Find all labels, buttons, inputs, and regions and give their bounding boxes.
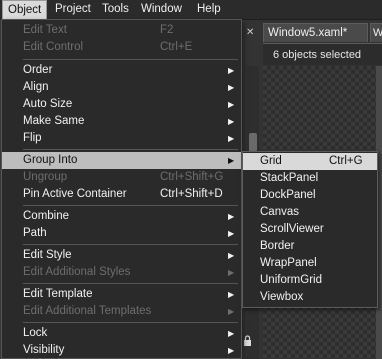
menu-object[interactable]: Object (2, 0, 48, 19)
menu-item-edit-additional-templates[interactable]: Edit Additional Templates ▶ (2, 303, 241, 320)
group-into-submenu: Grid Ctrl+G StackPanel DockPanel Canvas S… (242, 151, 378, 308)
menu-separator (23, 244, 238, 245)
submenu-item-border[interactable]: Border (243, 238, 377, 255)
triangle-right-icon: ▶ (228, 307, 235, 316)
lock-icon[interactable] (243, 335, 253, 347)
triangle-right-icon: ▶ (228, 329, 235, 338)
submenu-item-grid[interactable]: Grid Ctrl+G (243, 153, 377, 170)
pin-icon[interactable]: ✕ (246, 28, 256, 38)
menu-item-align[interactable]: Align ▶ (2, 79, 241, 96)
document-tab[interactable]: Window5.xaml* (263, 23, 368, 42)
menu-separator (23, 205, 238, 206)
submenu-item-viewbox[interactable]: Viewbox (243, 289, 377, 306)
menu-item-edit-template[interactable]: Edit Template ▶ (2, 286, 241, 303)
triangle-right-icon: ▶ (228, 66, 235, 75)
submenu-item-uniformgrid[interactable]: UniformGrid (243, 272, 377, 289)
menu-separator (23, 59, 238, 60)
menu-separator (23, 149, 238, 150)
document-tab-overflow[interactable]: W (370, 23, 382, 42)
menu-separator (23, 322, 238, 323)
menu-item-auto-size[interactable]: Auto Size ▶ (2, 96, 241, 113)
selection-status: 6 objects selected (263, 43, 382, 65)
menu-window[interactable]: Window (136, 0, 187, 19)
menu-item-edit-additional-styles[interactable]: Edit Additional Styles ▶ (2, 264, 241, 281)
menu-item-edit-control[interactable]: Edit Control Ctrl+E (2, 39, 241, 56)
menu-item-combine[interactable]: Combine ▶ (2, 208, 241, 225)
triangle-right-icon: ▶ (228, 83, 235, 92)
triangle-right-icon: ▶ (228, 134, 235, 143)
menu-item-path[interactable]: Path ▶ (2, 225, 241, 242)
menu-item-ungroup[interactable]: Ungroup Ctrl+Shift+G (2, 169, 241, 186)
object-menu: Edit Text F2 Edit Control Ctrl+E Order ▶ Al… (1, 19, 242, 359)
triangle-right-icon: ▶ (228, 229, 235, 238)
submenu-item-stackpanel[interactable]: StackPanel (243, 170, 377, 187)
menu-separator (23, 283, 238, 284)
triangle-right-icon: ▶ (228, 290, 235, 299)
menu-help[interactable]: Help (192, 0, 226, 19)
triangle-right-icon: ▶ (228, 100, 235, 109)
triangle-right-icon: ▶ (228, 346, 235, 355)
triangle-right-icon: ▶ (228, 117, 235, 126)
menu-project[interactable]: Project (50, 0, 96, 19)
menu-item-edit-style[interactable]: Edit Style ▶ (2, 247, 241, 264)
submenu-item-canvas[interactable]: Canvas (243, 204, 377, 221)
menu-item-group-into[interactable]: Group Into ▶ (2, 152, 241, 169)
triangle-right-icon: ▶ (228, 268, 235, 277)
menu-item-make-same[interactable]: Make Same ▶ (2, 113, 241, 130)
triangle-right-icon: ▶ (228, 156, 235, 165)
menu-item-pin-active-container[interactable]: Pin Active Container Ctrl+Shift+D (2, 186, 241, 203)
submenu-item-dockpanel[interactable]: DockPanel (243, 187, 377, 204)
menu-bar: Object Project Tools Window Help (0, 0, 382, 20)
triangle-right-icon: ▶ (228, 251, 235, 260)
submenu-item-scrollviewer[interactable]: ScrollViewer (243, 221, 377, 238)
menu-item-lock[interactable]: Lock ▶ (2, 325, 241, 342)
triangle-right-icon: ▶ (228, 212, 235, 221)
menu-item-visibility[interactable]: Visibility ▶ (2, 342, 241, 359)
menu-item-order[interactable]: Order ▶ (2, 62, 241, 79)
menu-tools[interactable]: Tools (97, 0, 134, 19)
submenu-item-wrappanel[interactable]: WrapPanel (243, 255, 377, 272)
menu-item-flip[interactable]: Flip ▶ (2, 130, 241, 147)
menu-item-edit-text[interactable]: Edit Text F2 (2, 22, 241, 39)
